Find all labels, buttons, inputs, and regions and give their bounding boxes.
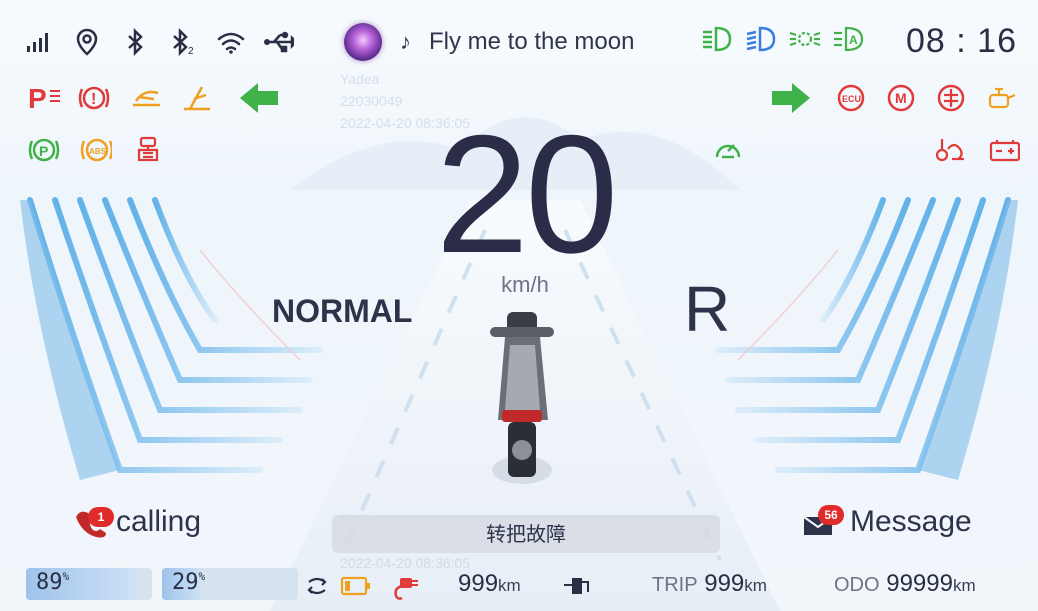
battery-1: 89% — [26, 568, 152, 600]
svg-text:A: A — [849, 33, 858, 47]
odo-label: ODO — [834, 574, 880, 596]
fuel-pump-icon — [562, 574, 592, 598]
parking-p-icon: P — [28, 134, 60, 166]
battery-low-icon — [340, 574, 372, 598]
odo-readout: ODO 99999km — [834, 570, 976, 598]
speed-limit-icon — [712, 134, 744, 166]
message-badge: 56 — [818, 505, 844, 525]
gear-indicator: R — [684, 273, 731, 345]
charging-plug-icon — [388, 572, 420, 600]
controller-fault-icon — [934, 82, 966, 114]
status-bar: 2 ♪ Fly me to the moon — [24, 20, 634, 64]
svg-text:P: P — [39, 143, 48, 159]
music-album-art[interactable] — [344, 23, 382, 61]
battery-2-value: 29 — [172, 570, 199, 595]
mail-icon: 56 — [800, 505, 844, 539]
turn-right-icon — [768, 80, 812, 116]
oil-can-icon — [984, 82, 1016, 114]
light-indicators: A — [700, 24, 866, 54]
seat-lock-icon — [132, 134, 164, 166]
range-value: 999 — [458, 570, 499, 597]
trip-value: 999 — [704, 570, 745, 597]
battery-1-value: 89 — [36, 570, 63, 595]
auto-headlight-icon: A — [832, 24, 866, 54]
calling-widget[interactable]: 1 calling — [70, 505, 201, 539]
position-light-icon — [788, 24, 822, 54]
odo-unit: km — [952, 576, 976, 595]
calling-label: calling — [116, 505, 202, 538]
turn-left-icon — [238, 80, 282, 116]
bluetooth-icon — [120, 27, 150, 57]
music-note-icon: ♪ — [400, 29, 411, 54]
brake-warning-icon: ! — [78, 82, 110, 114]
usb-icon — [264, 27, 294, 57]
range-readout: 999km — [458, 570, 521, 598]
bluetooth-2-icon: 2 — [168, 27, 198, 57]
high-beam-icon — [700, 24, 734, 54]
trip-label: TRIP — [652, 574, 698, 596]
clock: 08 : 16 — [906, 22, 1017, 60]
wifi-icon — [216, 27, 246, 57]
svg-text:!: ! — [91, 91, 96, 108]
low-beam-icon — [744, 24, 778, 54]
svg-text:P: P — [28, 83, 47, 113]
battery-2: 29% — [162, 568, 298, 600]
battery-warning-icon — [988, 134, 1020, 166]
svg-text:M: M — [895, 90, 907, 106]
abs-icon: ABS — [80, 134, 112, 166]
message-label: Message — [850, 505, 972, 538]
side-stand-icon — [130, 82, 162, 114]
trip-unit: km — [744, 576, 767, 595]
range-unit: km — [498, 576, 521, 595]
drive-mode: NORMAL — [272, 293, 413, 329]
speed-unit: km/h — [501, 272, 549, 297]
speed-readout: 20 — [435, 100, 619, 288]
energy-recovery-icon — [304, 573, 330, 599]
message-widget[interactable]: 56 Message — [800, 505, 972, 539]
svg-text:ABS: ABS — [89, 147, 107, 156]
kickstand-down-icon — [180, 82, 212, 114]
motor-temp-icon — [934, 134, 966, 166]
ecu-icon: ECU — [834, 82, 866, 114]
song-title[interactable]: Fly me to the moon — [429, 28, 634, 56]
parking-brake-icon: P — [28, 82, 68, 114]
odo-value: 99999 — [886, 570, 953, 597]
motor-fault-icon: M — [884, 82, 916, 114]
svg-text:ECU: ECU — [842, 94, 861, 104]
trip-readout: TRIP 999km — [652, 570, 767, 598]
location-icon — [72, 27, 102, 57]
phone-icon: 1 — [70, 505, 114, 539]
svg-text:2: 2 — [188, 46, 194, 56]
signal-icon — [24, 27, 54, 57]
calling-badge: 1 — [88, 507, 114, 527]
fault-banner: 转把故障 — [332, 515, 720, 553]
